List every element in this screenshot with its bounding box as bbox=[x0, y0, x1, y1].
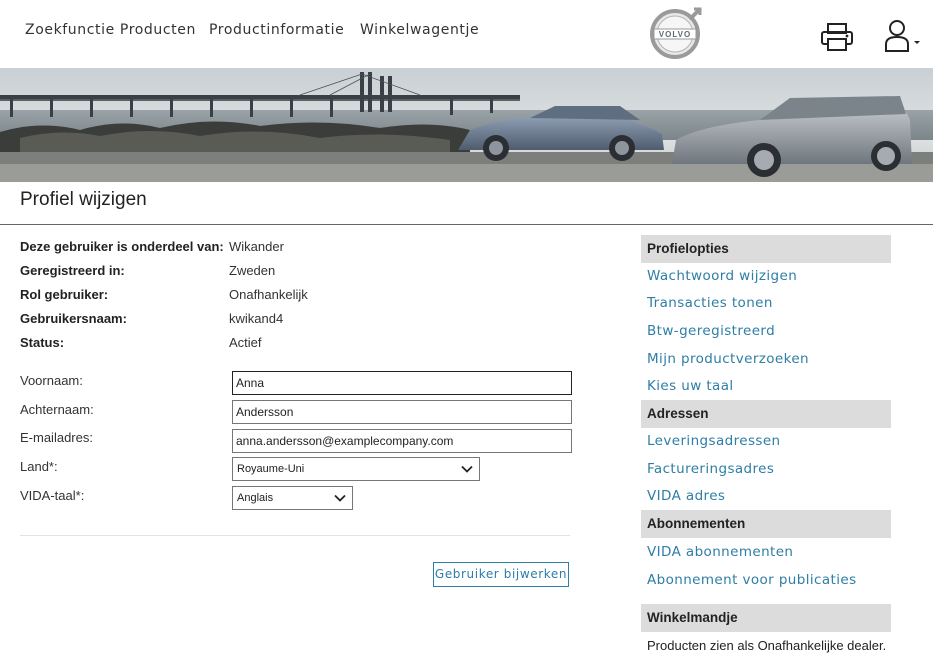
chevron-down-icon bbox=[461, 465, 473, 473]
nav-item-product-search[interactable]: Zoekfunctie Producten bbox=[25, 22, 196, 38]
user-icon[interactable] bbox=[882, 18, 924, 54]
sidebar-link-product-requests[interactable]: Mijn productverzoeken bbox=[647, 351, 809, 367]
info-label-username: Gebruikersnaam: bbox=[20, 311, 127, 326]
info-label-organisation: Deze gebruiker is onderdeel van: bbox=[20, 239, 224, 254]
sidebar-link-change-password[interactable]: Wachtwoord wijzigen bbox=[647, 268, 797, 284]
email-label: E-mailadres: bbox=[20, 430, 93, 445]
info-value-organisation: Wikander bbox=[229, 239, 284, 254]
title-divider bbox=[0, 224, 933, 225]
first-name-field[interactable] bbox=[232, 371, 572, 395]
sidebar-link-vida-subscriptions[interactable]: VIDA abonnementen bbox=[647, 544, 793, 560]
volvo-logo[interactable]: VOLVO bbox=[649, 6, 703, 60]
vida-language-select[interactable]: Anglais bbox=[232, 486, 353, 510]
banner-image bbox=[0, 68, 933, 182]
sidebar-heading-addresses: Adressen bbox=[641, 400, 891, 428]
info-value-role: Onafhankelijk bbox=[229, 287, 308, 302]
country-label: Land*: bbox=[20, 459, 58, 474]
sidebar-link-vida-address[interactable]: VIDA adres bbox=[647, 488, 725, 504]
info-label-status: Status: bbox=[20, 335, 65, 350]
info-value-username: kwikand4 bbox=[229, 311, 284, 326]
sidebar-link-billing-address[interactable]: Factureringsadres bbox=[647, 461, 774, 477]
chevron-down-icon bbox=[334, 494, 346, 502]
logo-text: VOLVO bbox=[659, 30, 691, 39]
sidebar-link-show-transactions[interactable]: Transacties tonen bbox=[647, 295, 773, 311]
sidebar-heading-shopping-cart: Winkelmandje bbox=[641, 604, 891, 632]
sidebar-link-delivery-addresses[interactable]: Leveringsadressen bbox=[647, 433, 780, 449]
sidebar-cart-text: Producten zien als Onafhankelijke dealer… bbox=[647, 638, 887, 653]
update-user-button[interactable]: Gebruiker bijwerken bbox=[433, 562, 569, 587]
dropdown-caret-icon bbox=[914, 41, 920, 44]
last-name-label: Achternaam: bbox=[20, 402, 94, 417]
nav-item-product-info[interactable]: Productinformatie bbox=[209, 22, 344, 38]
info-label-registered-in: Geregistreerd in: bbox=[20, 263, 125, 278]
nav-item-cart[interactable]: Winkelwagentje bbox=[360, 22, 479, 38]
page-title: Profiel wijzigen bbox=[20, 189, 147, 210]
sidebar-link-vat-registered[interactable]: Btw-geregistreerd bbox=[647, 323, 775, 339]
first-name-label: Voornaam: bbox=[20, 373, 83, 388]
info-label-role: Rol gebruiker: bbox=[20, 287, 109, 302]
vida-language-label: VIDA-taal*: bbox=[20, 488, 85, 503]
sidebar-heading-profile-options: Profielopties bbox=[641, 235, 891, 263]
sidebar-link-publication-subscription[interactable]: Abonnement voor publicaties bbox=[647, 572, 857, 588]
info-value-status: Actief bbox=[229, 335, 262, 350]
last-name-field[interactable] bbox=[232, 400, 572, 424]
email-field[interactable] bbox=[232, 429, 572, 453]
vida-language-select-value: Anglais bbox=[237, 492, 274, 504]
info-value-registered-in: Zweden bbox=[229, 263, 276, 278]
top-navigation: Zoekfunctie Producten Productinformatie … bbox=[0, 0, 933, 68]
sidebar-link-choose-language[interactable]: Kies uw taal bbox=[647, 378, 734, 394]
country-select-value: Royaume-Uni bbox=[237, 463, 305, 475]
printer-icon[interactable] bbox=[820, 22, 854, 52]
country-select[interactable]: Royaume-Uni bbox=[232, 457, 480, 481]
form-divider bbox=[20, 535, 570, 536]
sidebar-heading-subscriptions: Abonnementen bbox=[641, 510, 891, 538]
